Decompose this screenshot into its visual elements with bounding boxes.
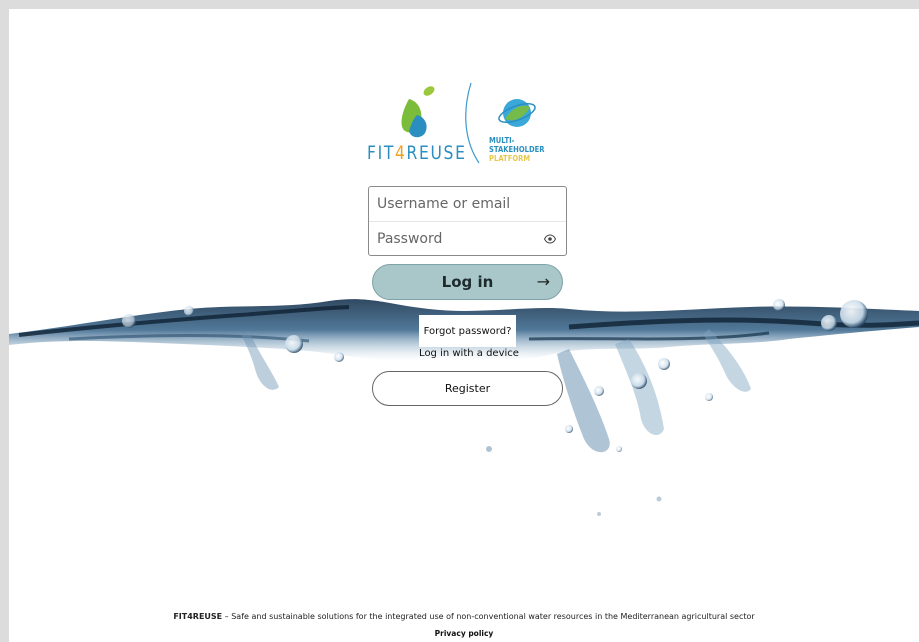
login-page: FIT4REUSE MULTI-STAKEHOLDER PLATFORM Log… — [9, 9, 919, 642]
privacy-policy-link[interactable]: Privacy policy — [9, 629, 919, 638]
arrow-right-icon: → — [536, 272, 550, 291]
register-button-label: Register — [444, 382, 491, 395]
credentials-fieldset — [368, 186, 567, 256]
password-input[interactable] — [377, 230, 537, 247]
footer-brand: FIT4REUSE — [173, 612, 223, 621]
login-button[interactable]: Log in → — [372, 264, 563, 300]
register-button[interactable]: Register — [372, 371, 563, 406]
eye-icon[interactable] — [543, 233, 557, 245]
footer-tagline: – Safe and sustainable solutions for the… — [222, 612, 755, 621]
forgot-password-link[interactable]: Forgot password? — [419, 315, 516, 347]
login-button-label: Log in — [441, 273, 494, 291]
username-input[interactable] — [377, 196, 537, 212]
fit4reuse-logo: FIT4REUSE MULTI-STAKEHOLDER PLATFORM — [367, 79, 567, 169]
logo-wordmark: FIT4REUSE — [367, 142, 467, 164]
username-field-wrapper — [369, 187, 566, 221]
footer-description: FIT4REUSE – Safe and sustainable solutio… — [9, 612, 919, 621]
logo-platform-text: MULTI-STAKEHOLDER PLATFORM — [489, 136, 545, 163]
password-field-wrapper — [369, 221, 566, 255]
login-with-device-link[interactable]: Log in with a device — [409, 348, 529, 359]
